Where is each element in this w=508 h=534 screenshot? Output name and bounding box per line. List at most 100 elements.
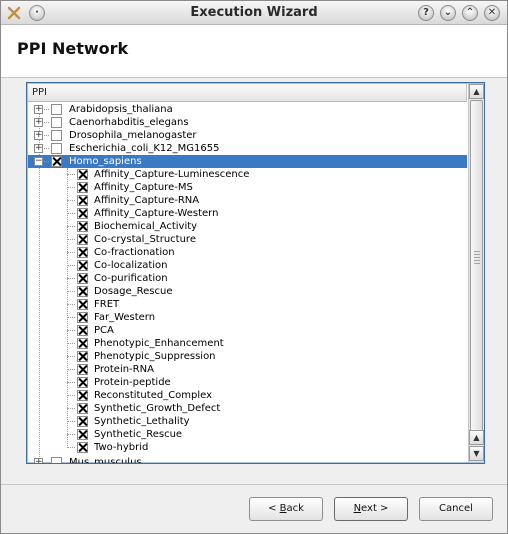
maximize-button[interactable]: ⌃	[462, 5, 478, 21]
organism-checkbox[interactable]	[51, 156, 62, 167]
tree-row-organism[interactable]: + Drosophila_melanogaster	[28, 129, 467, 142]
tree-row-interaction-type[interactable]: Synthetic_Growth_Defect	[28, 402, 467, 415]
next-button[interactable]: Next >	[334, 497, 408, 521]
back-button-label: ack	[286, 503, 304, 514]
tree-row-interaction-type[interactable]: PCA	[28, 324, 467, 337]
tree-row-interaction-type[interactable]: Protein-RNA	[28, 363, 467, 376]
interaction-checkbox[interactable]	[77, 325, 88, 336]
tree-row-organism[interactable]: + Caenorhabditis_elegans	[28, 116, 467, 129]
tree-row-interaction-type[interactable]: Affinity_Capture-Luminescence	[28, 168, 467, 181]
grip-line	[474, 257, 480, 258]
tree-row-interaction-type[interactable]: Affinity_Capture-RNA	[28, 194, 467, 207]
interaction-checkbox[interactable]	[77, 299, 88, 310]
interaction-checkbox[interactable]	[77, 182, 88, 193]
tree-row-interaction-type[interactable]: Co-fractionation	[28, 246, 467, 259]
tree-row-organism[interactable]: + Arabidopsis_thaliana	[28, 103, 467, 116]
tree-row-interaction-type[interactable]: Affinity_Capture-Western	[28, 207, 467, 220]
interaction-checkbox[interactable]	[77, 234, 88, 245]
tree-row-interaction-type[interactable]: Phenotypic_Suppression	[28, 350, 467, 363]
interaction-checkbox[interactable]	[77, 442, 88, 453]
interaction-checkbox[interactable]	[77, 364, 88, 375]
interaction-checkbox[interactable]	[77, 286, 88, 297]
tree-connector-line	[44, 122, 49, 123]
tree-connector-line	[67, 343, 75, 344]
close-button[interactable]: ✕	[484, 5, 500, 21]
tree-connector-line	[67, 304, 75, 305]
organism-checkbox[interactable]	[51, 457, 62, 463]
interaction-checkbox[interactable]	[77, 260, 88, 271]
organism-checkbox[interactable]	[51, 117, 62, 128]
scroll-up-arrow-icon[interactable]: ▲	[469, 430, 484, 445]
collapse-minus-icon[interactable]: −	[34, 157, 43, 166]
interaction-checkbox[interactable]	[77, 351, 88, 362]
help-button[interactable]: ?	[418, 5, 434, 21]
scroll-down-arrow-icon[interactable]: ▼	[469, 446, 484, 461]
interaction-label: Far_Western	[94, 312, 156, 323]
tree-row-interaction-type[interactable]: Biochemical_Activity	[28, 220, 467, 233]
interaction-checkbox[interactable]	[77, 403, 88, 414]
tree-row-interaction-type[interactable]: FRET	[28, 298, 467, 311]
interaction-checkbox[interactable]	[77, 208, 88, 219]
tree-connector-line	[67, 408, 75, 409]
tree-row-interaction-type[interactable]: Far_Western	[28, 311, 467, 324]
tree-row-interaction-type[interactable]: Co-purification	[28, 272, 467, 285]
scroll-up-arrow-icon[interactable]: ▲	[469, 84, 484, 99]
tree-row-interaction-type[interactable]: Protein-peptide	[28, 376, 467, 389]
expand-plus-icon[interactable]: +	[34, 458, 43, 463]
interaction-checkbox[interactable]	[77, 338, 88, 349]
expand-plus-icon[interactable]: +	[34, 144, 43, 153]
organism-checkbox[interactable]	[51, 143, 62, 154]
interaction-checkbox[interactable]	[77, 390, 88, 401]
interaction-checkbox[interactable]	[77, 429, 88, 440]
back-button-prefix: <	[268, 503, 280, 514]
interaction-checkbox[interactable]	[77, 169, 88, 180]
interaction-label: Reconstituted_Complex	[94, 390, 213, 401]
back-button[interactable]: < Back	[249, 497, 323, 521]
tree-row-interaction-type[interactable]: Co-localization	[28, 259, 467, 272]
tree-row-interaction-type[interactable]: Synthetic_Rescue	[28, 428, 467, 441]
tree-connector-line	[44, 109, 49, 110]
tree-row-interaction-type[interactable]: Synthetic_Lethality	[28, 415, 467, 428]
interaction-label: Co-purification	[94, 273, 168, 284]
interaction-checkbox[interactable]	[77, 416, 88, 427]
tree-connector-line	[67, 421, 75, 422]
cancel-button[interactable]: Cancel	[419, 497, 493, 521]
tree-row-interaction-type[interactable]: Reconstituted_Complex	[28, 389, 467, 402]
organism-checkbox[interactable]	[51, 130, 62, 141]
header-divider	[1, 77, 507, 78]
tree-row-interaction-type[interactable]: Phenotypic_Enhancement	[28, 337, 467, 350]
vertical-scrollbar[interactable]: ▲ ▲ ▼	[468, 84, 484, 462]
interaction-label: PCA	[94, 325, 114, 336]
scrollbar-thumb[interactable]	[470, 100, 483, 445]
tree-row-organism[interactable]: − Homo_sapiens	[28, 155, 467, 168]
tree-row-interaction-type[interactable]: Two-hybrid	[28, 441, 467, 454]
title-bar[interactable]: · Execution Wizard ? ⌄ ⌃ ✕	[1, 1, 507, 25]
interaction-label: Protein-peptide	[94, 377, 171, 388]
ppi-tree[interactable]: + Arabidopsis_thaliana + Caenorhabditis_ele…	[28, 103, 467, 463]
tree-row-interaction-type[interactable]: Dosage_Rescue	[28, 285, 467, 298]
expand-plus-icon[interactable]: +	[34, 118, 43, 127]
grip-line	[474, 263, 480, 264]
tree-row-interaction-type[interactable]: Co-crystal_Structure	[28, 233, 467, 246]
interaction-checkbox[interactable]	[77, 312, 88, 323]
interaction-checkbox[interactable]	[77, 377, 88, 388]
tree-connector-line	[67, 213, 75, 214]
interaction-checkbox[interactable]	[77, 273, 88, 284]
interaction-checkbox[interactable]	[77, 247, 88, 258]
organism-checkbox[interactable]	[51, 104, 62, 115]
wizard-window: · Execution Wizard ? ⌄ ⌃ ✕ PPI Network P…	[0, 0, 508, 534]
tree-connector-line	[44, 135, 49, 136]
next-button-mnemonic: N	[353, 503, 362, 514]
minimize-button[interactable]: ⌄	[440, 5, 456, 21]
expand-plus-icon[interactable]: +	[34, 105, 43, 114]
expand-plus-icon[interactable]: +	[34, 131, 43, 140]
tree-row-organism[interactable]: + Escherichia_coli_K12_MG1655	[28, 142, 467, 155]
interaction-label: Two-hybrid	[94, 442, 149, 453]
interaction-checkbox[interactable]	[77, 195, 88, 206]
interaction-checkbox[interactable]	[77, 221, 88, 232]
tree-row-organism[interactable]: + Mus_musculus	[28, 456, 467, 463]
interaction-label: Affinity_Capture-RNA	[94, 195, 200, 206]
tree-row-interaction-type[interactable]: Affinity_Capture-MS	[28, 181, 467, 194]
interaction-label: Co-fractionation	[94, 247, 175, 258]
column-header-ppi[interactable]: PPI	[28, 84, 467, 102]
